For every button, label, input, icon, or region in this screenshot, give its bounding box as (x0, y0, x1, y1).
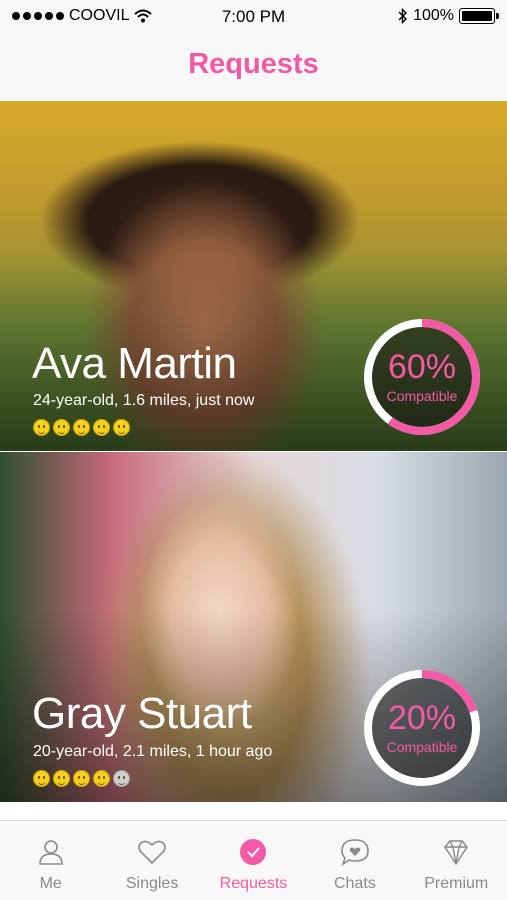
tab-bar: Me Singles Requests Chats Premium (0, 820, 507, 900)
tab-label: Me (39, 875, 62, 892)
heart-icon (138, 840, 166, 865)
smiley-filled-icon (33, 770, 50, 787)
request-name: Gray Stuart (32, 689, 252, 738)
person-icon (38, 840, 63, 865)
request-card[interactable]: Gray Stuart 20-year-old, 2.1 miles, 1 ho… (0, 452, 507, 802)
diamond-icon (444, 840, 469, 866)
tab-label: Chats (333, 875, 376, 892)
check-circle-icon (240, 839, 267, 865)
tab-label: Singles (125, 875, 179, 892)
status-bar: COOVIL 7:00 PM 100% (0, 0, 507, 34)
smiley-filled-icon (93, 419, 110, 436)
tab-me[interactable]: Me (0, 821, 101, 900)
request-name: Ava Martin (32, 339, 237, 388)
request-meta: 20-year-old, 2.1 miles, 1 hour ago (33, 743, 273, 760)
page-title: Requests (188, 48, 319, 80)
smiley-filled-icon (53, 770, 70, 787)
request-card[interactable]: Ava Martin 24-year-old, 1.6 miles, just … (0, 101, 507, 451)
request-meta: 24-year-old, 1.6 miles, just now (33, 392, 255, 409)
tab-premium[interactable]: Premium (406, 821, 507, 900)
rating-emojis (33, 770, 130, 787)
battery-percent: 100% (413, 7, 454, 24)
bluetooth-icon (398, 8, 408, 24)
compatibility-percent: 60% (387, 348, 457, 386)
rating-emojis (33, 419, 130, 436)
tab-chats[interactable]: Chats (304, 821, 405, 900)
header: Requests (0, 34, 507, 100)
compatibility-label: Compatible (386, 388, 458, 404)
smiley-filled-icon (73, 419, 90, 436)
compatibility-label: Compatible (386, 739, 458, 755)
tab-singles[interactable]: Singles (101, 821, 202, 900)
tab-label: Requests (219, 875, 288, 892)
smiley-filled-icon (93, 770, 110, 787)
smiley-filled-icon (53, 419, 70, 436)
smiley-filled-icon (73, 770, 90, 787)
battery-icon (459, 8, 499, 24)
smiley-empty-icon (113, 770, 130, 787)
compatibility-ring: 20% Compatible (362, 668, 482, 788)
compatibility-ring: 60% Compatible (362, 317, 482, 437)
smiley-filled-icon (33, 419, 50, 436)
smiley-filled-icon (113, 419, 130, 436)
tab-label: Premium (424, 875, 489, 892)
chat-heart-icon (341, 839, 369, 866)
compatibility-percent: 20% (387, 699, 457, 737)
tab-requests[interactable]: Requests (203, 821, 304, 900)
battery-area: 100% (398, 7, 499, 25)
